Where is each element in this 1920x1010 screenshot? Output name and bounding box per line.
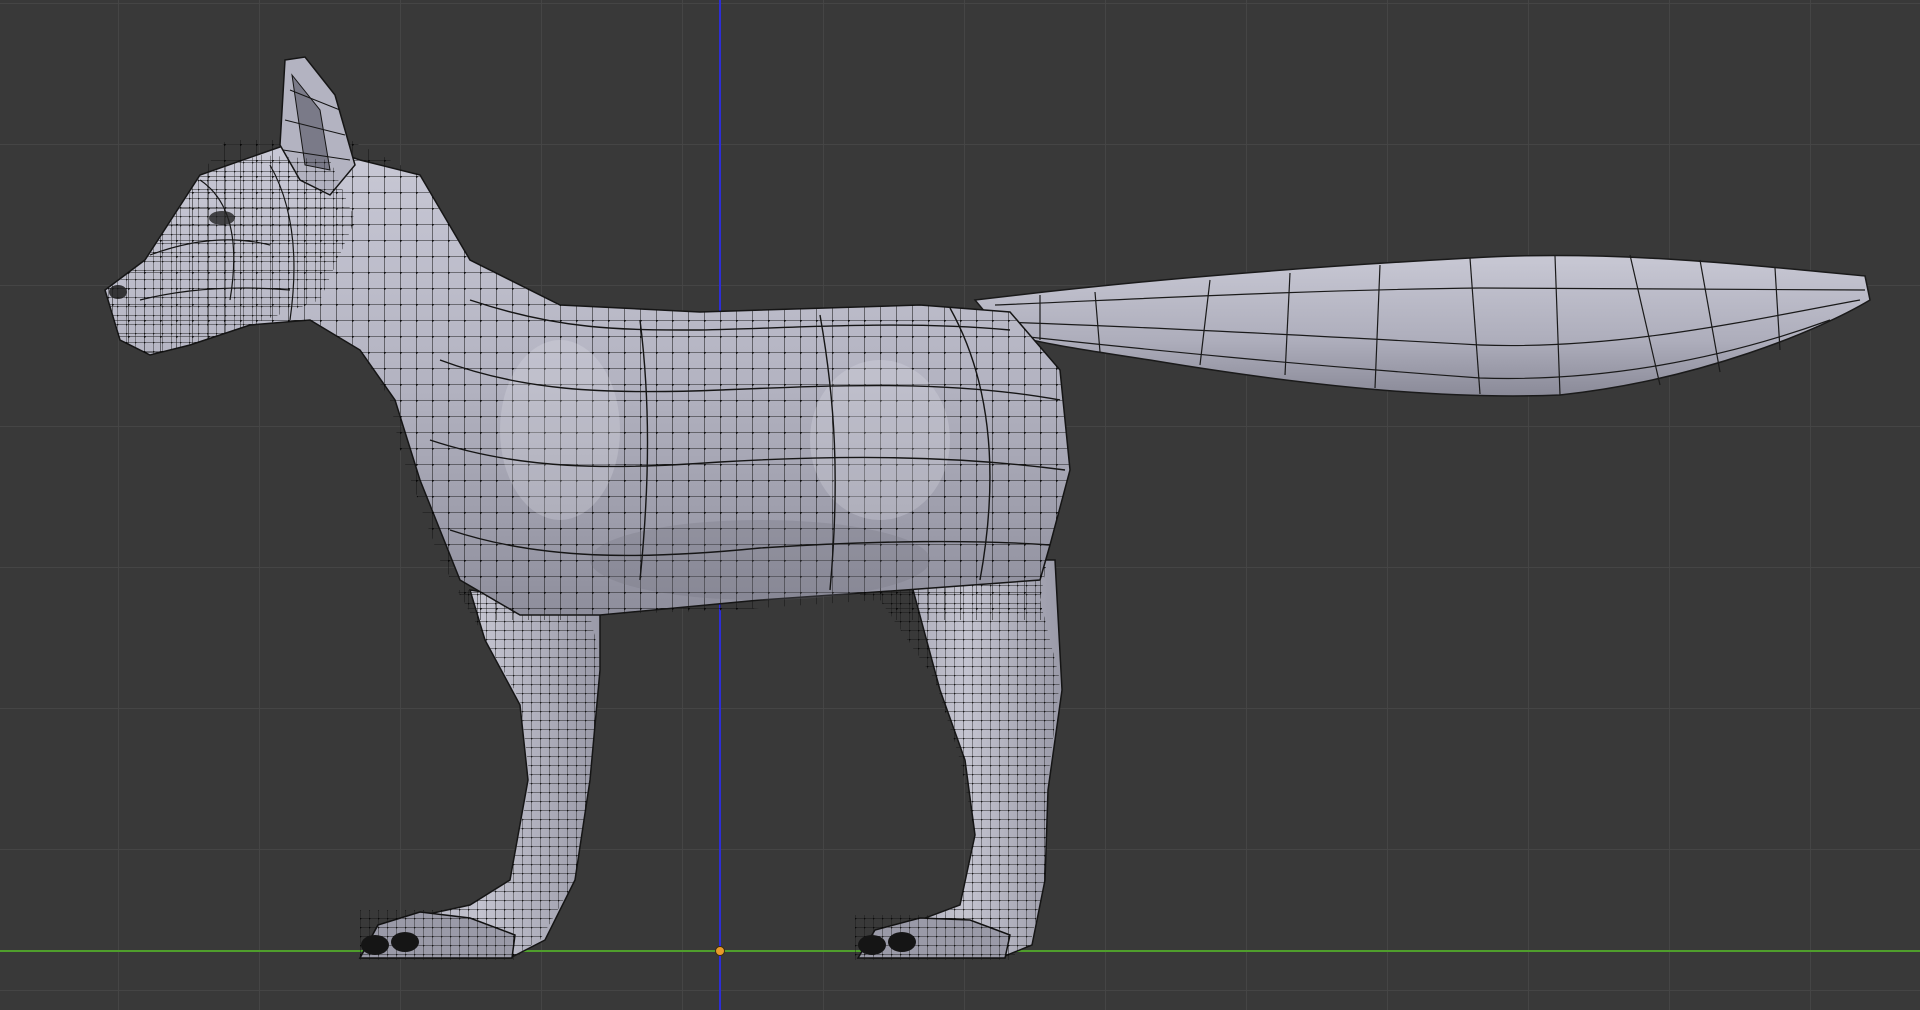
fox-nose — [109, 285, 127, 299]
viewport-scene[interactable] — [0, 0, 1920, 1010]
3d-viewport[interactable] — [0, 0, 1920, 1010]
fox-tail[interactable] — [973, 254, 1871, 397]
fox-back-paw[interactable] — [855, 915, 1015, 960]
fox-front-leg[interactable] — [350, 589, 610, 960]
fox-eye — [209, 211, 235, 225]
object-origin-point[interactable] — [715, 946, 725, 956]
fox-front-paw[interactable] — [358, 910, 520, 960]
